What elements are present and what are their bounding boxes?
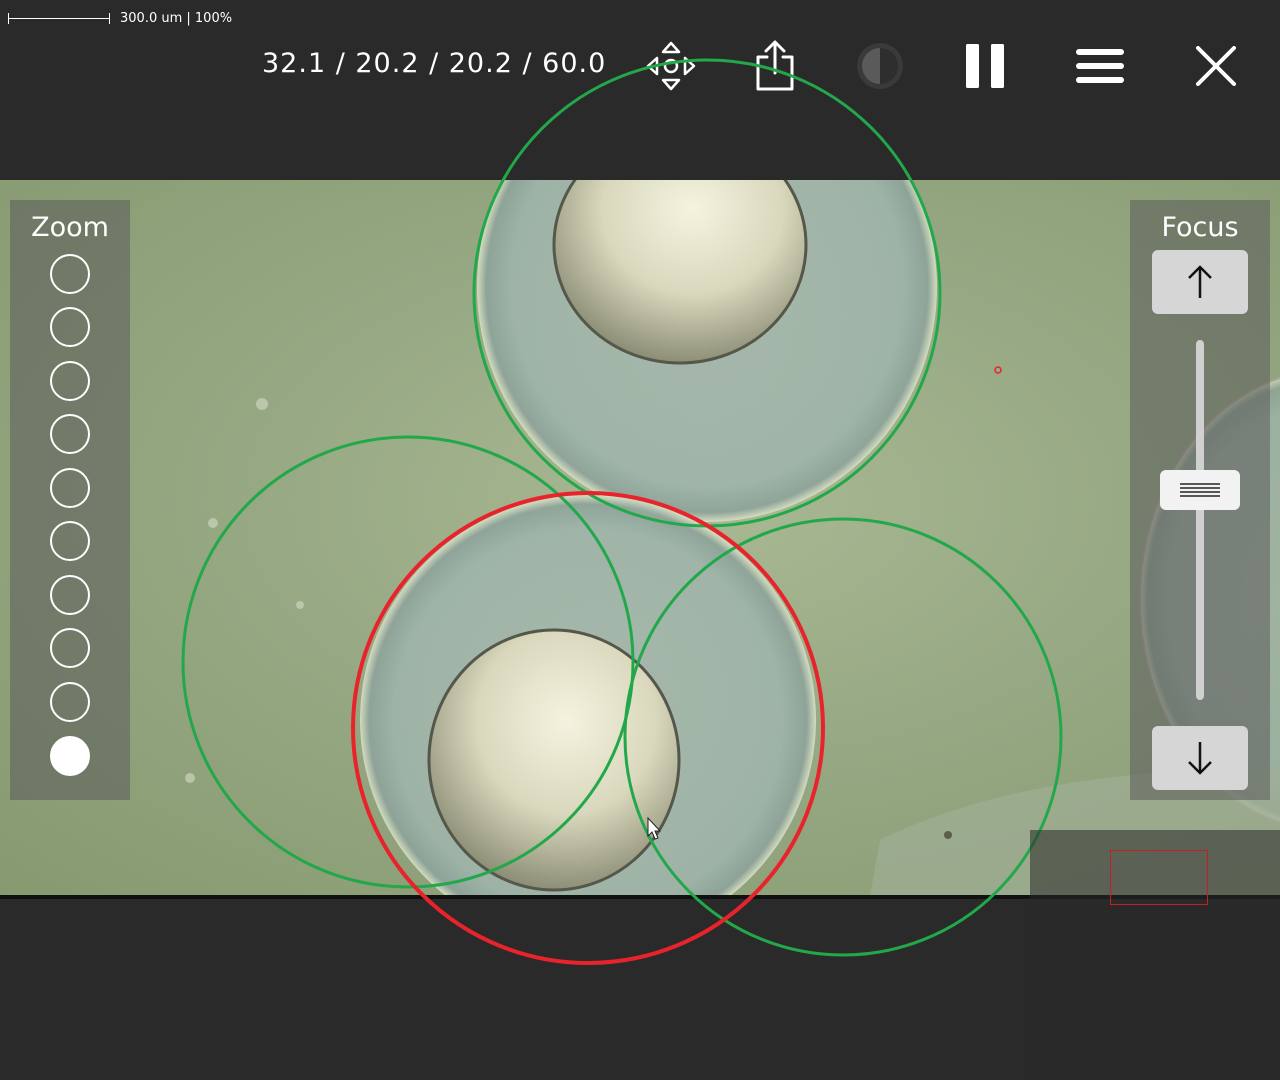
zoom-level-7-radio[interactable] [50, 575, 90, 615]
focus-slider-thumb[interactable] [1160, 470, 1240, 510]
scale-bar-line [8, 12, 110, 24]
specimen-image [185, 180, 1280, 896]
arrow-down-icon [1188, 742, 1212, 775]
focus-slider-track[interactable] [1196, 340, 1204, 700]
zoom-level-1-radio[interactable] [50, 254, 90, 294]
share-icon [756, 40, 794, 91]
focus-down-button[interactable] [1152, 726, 1248, 790]
zoom-panel: Zoom [10, 200, 130, 800]
microscope-view[interactable] [0, 180, 1280, 896]
move-icon [646, 41, 696, 91]
pause-button[interactable] [955, 36, 1015, 96]
menu-button[interactable] [1070, 36, 1130, 96]
focus-title: Focus [1161, 212, 1239, 243]
close-button[interactable] [1186, 36, 1246, 96]
zoom-level-3-radio[interactable] [50, 361, 90, 401]
zoom-level-5-radio[interactable] [50, 468, 90, 508]
close-icon [1196, 46, 1236, 86]
zoom-level-6-radio[interactable] [50, 521, 90, 561]
move-button[interactable] [641, 36, 701, 96]
zoom-title: Zoom [31, 212, 109, 243]
microscope-app: 300.0 um | 100% 32.1 / 20.2 / 20.2 / 60.… [0, 0, 1280, 1080]
menu-icon [1076, 49, 1124, 83]
scale-bar: 300.0 um | 100% [8, 10, 232, 26]
contrast-button[interactable] [850, 36, 910, 96]
zoom-level-8-radio[interactable] [50, 628, 90, 668]
zoom-level-9-radio[interactable] [50, 682, 90, 722]
zoom-level-4-radio[interactable] [50, 414, 90, 454]
arrow-up-icon [1188, 265, 1212, 298]
focus-panel: Focus [1130, 200, 1270, 800]
minimap-viewport-marker [1110, 850, 1208, 905]
focus-up-button[interactable] [1152, 250, 1248, 314]
zoom-level-2-radio[interactable] [50, 307, 90, 347]
minimap[interactable] [1030, 830, 1280, 1080]
contrast-icon [857, 43, 903, 89]
zoom-level-10-radio[interactable] [50, 736, 90, 776]
share-button[interactable] [745, 36, 805, 96]
grip-icon [1180, 483, 1220, 497]
stage-coordinates: 32.1 / 20.2 / 20.2 / 60.0 [262, 48, 607, 79]
scale-bar-label: 300.0 um | 100% [120, 10, 233, 26]
pause-icon [966, 44, 1004, 88]
